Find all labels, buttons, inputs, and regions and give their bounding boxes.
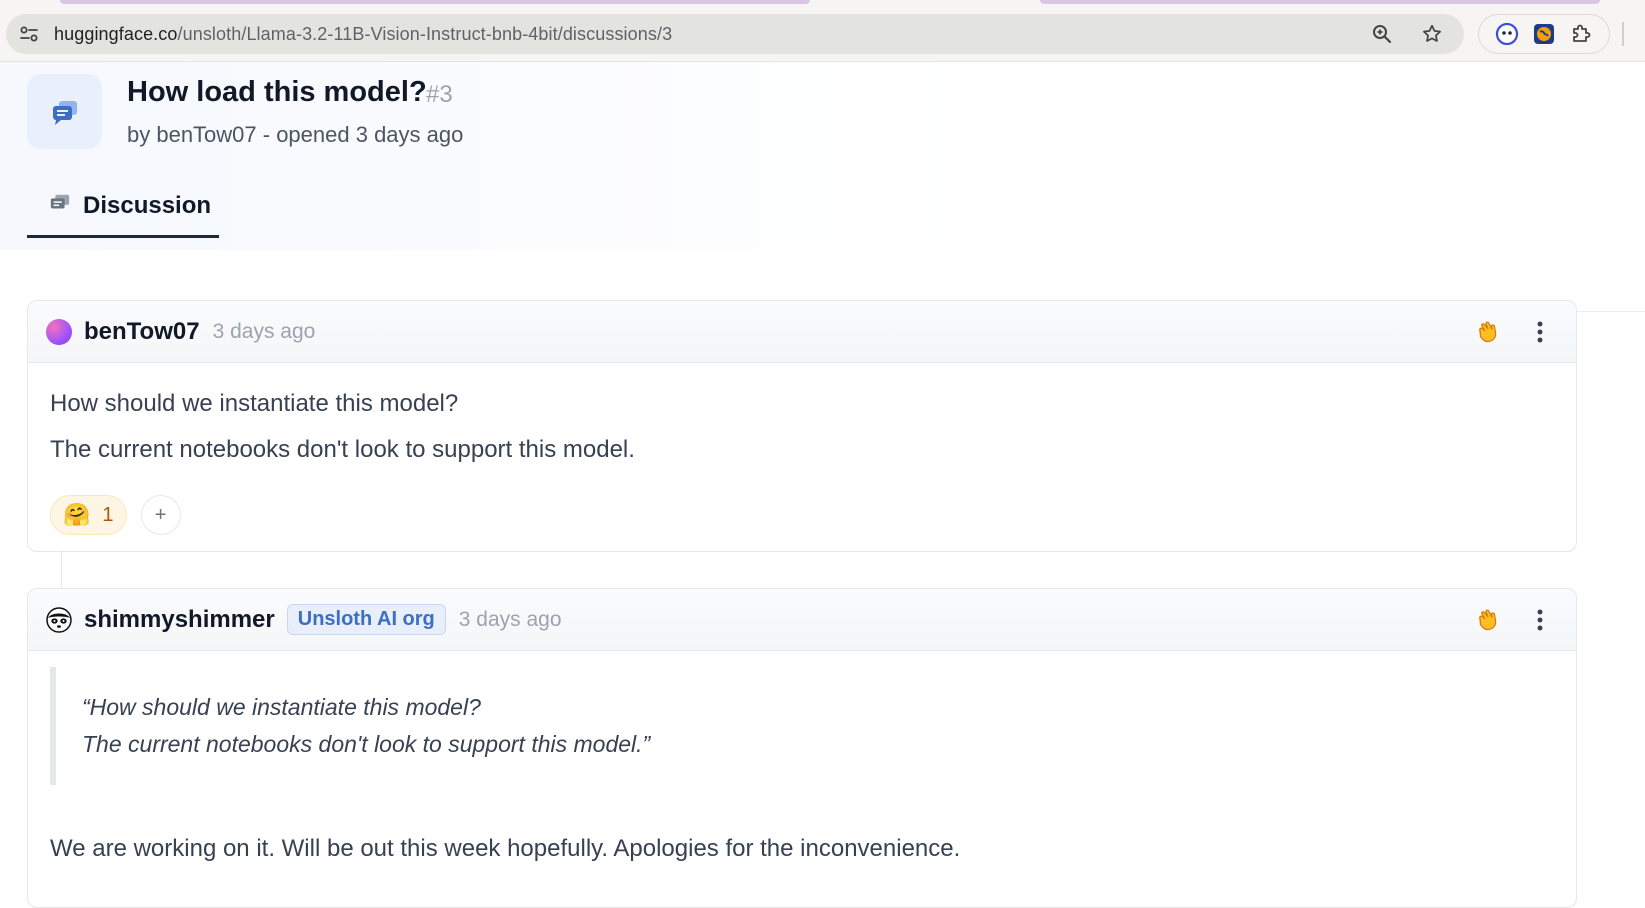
plus-icon: + [154,503,167,526]
tab-strip-accent [1040,0,1600,4]
browser-toolbar: huggingface.co/unsloth/Llama-3.2-11B-Vis… [0,0,1645,62]
comment-time[interactable]: 3 days ago [459,608,562,632]
tab-discussion[interactable]: Discussion [27,176,219,238]
quote-line: The current notebooks don't look to supp… [82,731,651,757]
url-path: /unsloth/Llama-3.2-11B-Vision-Instruct-b… [177,23,673,44]
clap-reaction-icon[interactable] [1472,316,1504,348]
url-host: huggingface.co [54,23,178,44]
quote-line: “How should we instantiate this model? [82,694,481,720]
extensions-area [1478,14,1610,54]
reaction-count: 1 [102,503,114,526]
tab-strip-accent [60,0,810,4]
comment-text-line: How should we instantiate this model? [50,390,459,417]
comment-time[interactable]: 3 days ago [213,320,316,344]
discussion-number: #3 [426,81,453,108]
avatar[interactable] [46,318,72,345]
avatar[interactable] [46,606,72,633]
comment-text-line: We are working on it. Will be out this w… [50,835,961,862]
comment-header: shimmyshimmer Unsloth AI org 3 days ago [28,589,1576,651]
extension-globe-icon[interactable] [1531,21,1557,47]
more-options-icon[interactable] [1524,604,1556,636]
comment-text-line: The current notebooks don't look to supp… [50,436,635,463]
comment-author[interactable]: benTow07 [84,318,200,346]
extension-face-icon[interactable] [1494,21,1520,47]
thread-connector [61,550,62,588]
toolbar-divider [1622,22,1624,46]
address-bar[interactable]: huggingface.co/unsloth/Llama-3.2-11B-Vis… [6,14,1464,54]
page-title: How load this model? [127,76,427,108]
site-info-icon[interactable] [12,17,46,51]
org-badge[interactable]: Unsloth AI org [286,604,446,635]
more-options-icon[interactable] [1524,316,1556,348]
chat-bubbles-icon [49,192,71,219]
comment-card: benTow07 3 days ago How should we instan… [27,300,1577,552]
discussion-header: How load this model? #3 by benTow07 - op… [0,62,1645,312]
discussion-meta: by benTow07 - opened 3 days ago [127,122,464,147]
reaction-bar: 🤗 1 + [50,473,1554,551]
comment-header: benTow07 3 days ago [28,301,1576,363]
discussion-icon [27,74,102,149]
tab-label: Discussion [83,191,212,219]
comment-card: shimmyshimmer Unsloth AI org 3 days ago … [27,588,1577,908]
comment-author[interactable]: shimmyshimmer [84,606,275,634]
zoom-icon[interactable] [1368,20,1396,48]
bookmark-star-icon[interactable] [1418,20,1446,48]
quoted-comment: “How should we instantiate this model? T… [50,667,1554,785]
extensions-puzzle-icon[interactable] [1568,21,1594,47]
hugging-face-reaction-button[interactable]: 🤗 1 [50,495,127,535]
url-text[interactable]: huggingface.co/unsloth/Llama-3.2-11B-Vis… [54,24,672,45]
clap-reaction-icon[interactable] [1472,604,1504,636]
add-reaction-button[interactable]: + [140,495,181,535]
hugging-face-emoji-icon: 🤗 [63,502,91,527]
